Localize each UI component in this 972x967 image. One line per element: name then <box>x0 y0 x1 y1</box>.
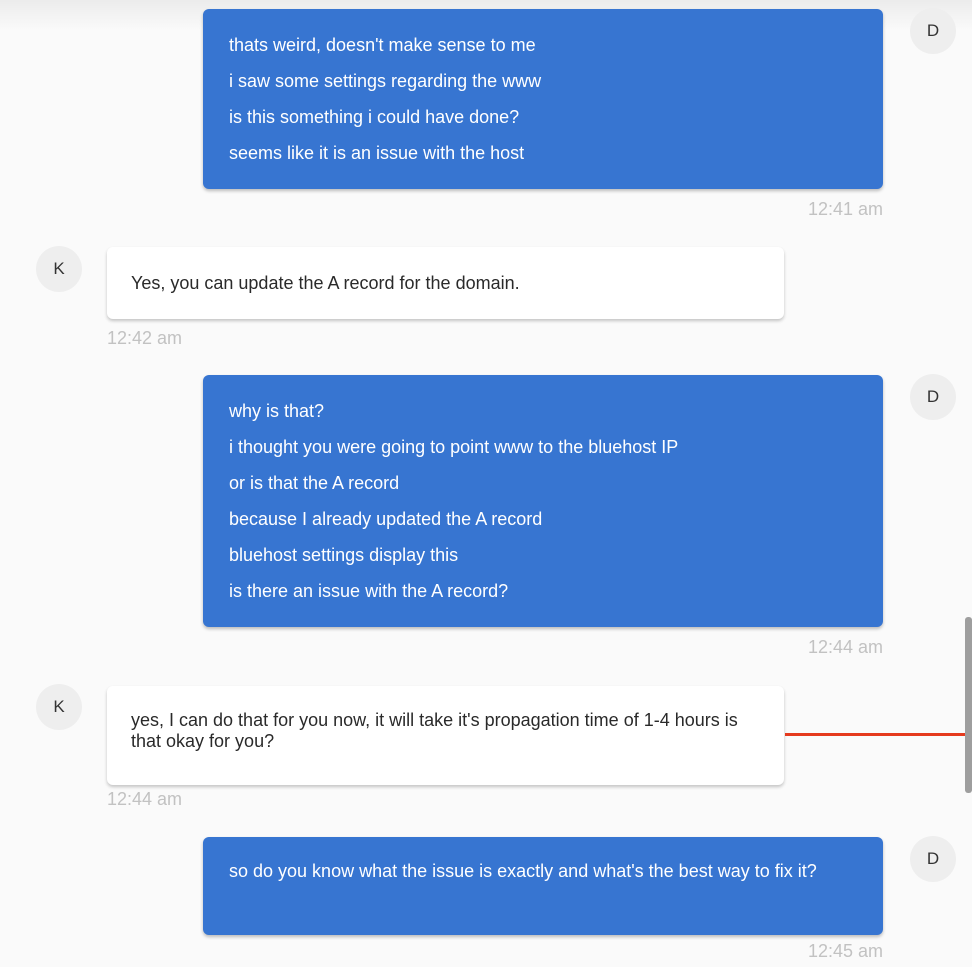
user-message-bubble: why is that? i thought you were going to… <box>203 375 883 627</box>
red-annotation-line <box>785 733 967 736</box>
message-line: why is that? <box>229 401 325 421</box>
agent-avatar: K <box>36 246 82 292</box>
message-line: because I already updated the A record <box>229 509 543 529</box>
message-line: bluehost settings display this <box>229 545 459 565</box>
user-avatar: D <box>910 374 956 420</box>
agent-message-bubble: Yes, you can update the A record for the… <box>107 247 784 319</box>
message-line: is there an issue with the A record? <box>229 581 509 601</box>
message-timestamp: 12:44 am <box>107 789 183 809</box>
chat-transcript: thats weird, doesn't make sense to me i … <box>0 0 972 967</box>
message-timestamp: 12:41 am <box>807 199 883 219</box>
message-line: i saw some settings regarding the www <box>229 71 542 91</box>
message-line: Yes, you can update the A record for the… <box>131 273 520 293</box>
message-timestamp: 12:45 am <box>807 941 883 961</box>
message-line: seems like it is an issue with the host <box>229 143 525 163</box>
message-timestamp: 12:42 am <box>107 328 183 348</box>
agent-message-bubble: yes, I can do that for you now, it will … <box>107 686 784 785</box>
message-line: is this something i could have done? <box>229 107 520 127</box>
scrollbar-thumb[interactable] <box>965 617 972 793</box>
agent-avatar: K <box>36 684 82 730</box>
message-line: i thought you were going to point www to… <box>229 437 679 457</box>
message-timestamp: 12:44 am <box>807 637 883 657</box>
user-avatar: D <box>910 8 956 54</box>
message-line: yes, I can do that for you now, it will … <box>131 710 738 751</box>
user-avatar: D <box>910 836 956 882</box>
user-message-bubble: thats weird, doesn't make sense to me i … <box>203 9 883 189</box>
user-message-bubble: so do you know what the issue is exactly… <box>203 837 883 935</box>
message-line: thats weird, doesn't make sense to me <box>229 35 536 55</box>
message-line: so do you know what the issue is exactly… <box>229 861 817 881</box>
message-line: or is that the A record <box>229 473 400 493</box>
